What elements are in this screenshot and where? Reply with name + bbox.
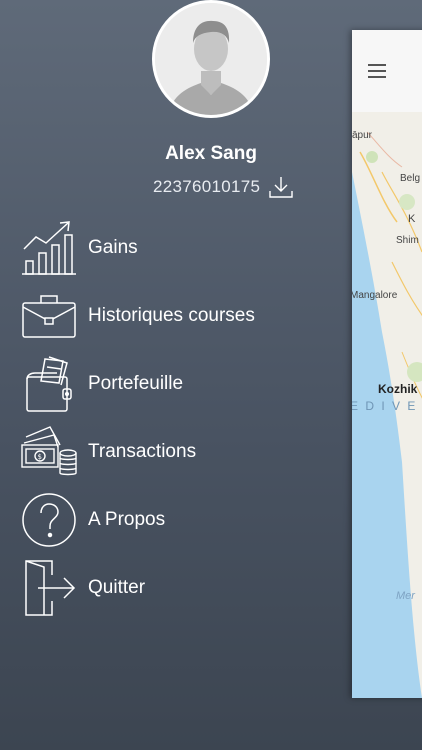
menu-label-a-propos: A Propos	[88, 509, 166, 530]
menu-label-historiques-courses: Historiques courses	[88, 305, 255, 326]
avatar[interactable]	[152, 0, 270, 118]
map-label: āpur	[352, 130, 373, 141]
menu-item-historiques-courses[interactable]: Historiques courses	[20, 286, 350, 346]
wallet-icon	[20, 355, 78, 413]
user-silhouette-icon	[155, 3, 267, 115]
menu-item-gains[interactable]: Gains	[20, 218, 350, 278]
user-id: 22376010175	[153, 177, 261, 196]
user-name: Alex Sang	[165, 143, 257, 164]
map-label: Shim	[396, 235, 419, 246]
user-id-row: 22376010175	[153, 175, 294, 199]
map-label: E D I V E S	[352, 399, 422, 413]
download-icon[interactable]	[269, 175, 294, 199]
menu-label-transactions: Transactions	[88, 441, 197, 462]
menu-item-a-propos[interactable]: A Propos	[20, 490, 350, 550]
map-top-bar	[352, 30, 422, 113]
hamburger-menu-icon[interactable]	[368, 64, 386, 78]
map-label: K A	[408, 213, 422, 225]
menu-item-quitter[interactable]: Quitter	[20, 558, 350, 618]
map-label: Belg	[400, 173, 421, 184]
svg-text:$: $	[38, 453, 42, 461]
question-circle-icon	[20, 491, 78, 549]
exit-icon	[20, 559, 78, 617]
menu-label-gains: Gains	[88, 237, 138, 258]
cash-coins-icon: $	[20, 423, 78, 481]
menu-item-portefeuille[interactable]: Portefeuille	[20, 354, 350, 414]
briefcase-icon	[20, 287, 78, 345]
map-label: Kozhik	[378, 382, 418, 396]
menu-item-transactions[interactable]: $ Transactions	[20, 422, 350, 482]
menu-label-portefeuille: Portefeuille	[88, 373, 184, 394]
growth-chart-icon	[20, 219, 78, 277]
menu-label-quitter: Quitter	[88, 577, 146, 598]
map-label: Mangalore	[352, 290, 398, 301]
map-label: Mer	[396, 590, 415, 602]
map-panel[interactable]: āpur Belg K A Shim Mangalore Kozhik E D …	[352, 30, 422, 698]
